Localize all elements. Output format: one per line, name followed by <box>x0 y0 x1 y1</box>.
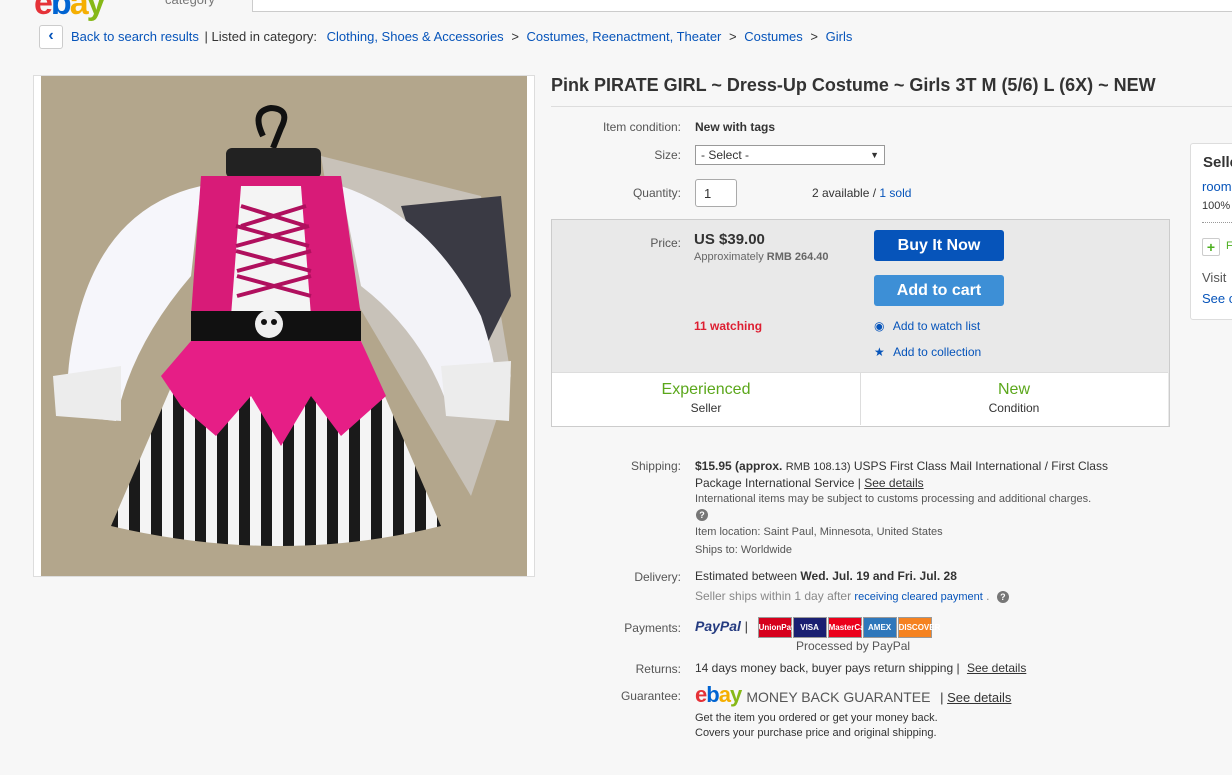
condition-label: Item condition: <box>602 120 681 134</box>
add-to-cart-button[interactable]: Add to cart <box>874 275 1004 306</box>
save-seller-link[interactable]: F <box>1226 240 1232 252</box>
guarantee-line2: Covers your purchase price and original … <box>695 727 937 739</box>
listed-in-label: | Listed in category: <box>204 29 318 44</box>
shipping-details: $15.95 (approx. RMB 108.13) USPS First C… <box>695 459 1108 490</box>
back-to-search-link[interactable]: Back to search results <box>71 29 199 44</box>
back-chevron-icon[interactable]: ‹ <box>39 25 63 49</box>
search-category-select[interactable] <box>1142 0 1232 12</box>
availability: 2 available / 1 sold <box>812 186 912 200</box>
stats-divider <box>860 372 861 425</box>
star-icon: ★ <box>874 345 885 359</box>
unionpay-card-icon: UnionPay <box>757 617 795 638</box>
payment-methods: PayPal | UnionPay VISA MasterCardAMEX DISCO… <box>695 617 940 638</box>
paypal-logo: PayPal <box>695 617 741 634</box>
visa-card-icon: VISA <box>792 617 827 638</box>
delivery-estimate: Estimated between Wed. Jul. 19 and Fri. … <box>695 569 957 583</box>
seller-ships-note: Seller ships within 1 day after receivin… <box>695 589 1009 603</box>
returns-see-details-link[interactable]: See details <box>967 661 1026 675</box>
breadcrumb-item-girls[interactable]: Girls <box>826 29 853 44</box>
seller-heading: Selle <box>1203 154 1232 171</box>
title-divider <box>551 106 1232 107</box>
sold-link[interactable]: 1 sold <box>879 186 911 200</box>
shipping-see-details-link[interactable]: See details <box>864 476 923 490</box>
stat-seller-top: Experienced <box>661 381 751 398</box>
stat-condition-bottom: Condition <box>988 401 1040 415</box>
money-back-guarantee: ebay MONEY BACK GUARANTEE | See details <box>695 682 1012 707</box>
buy-it-now-button[interactable]: Buy It Now <box>874 230 1004 261</box>
seller-divider <box>1202 222 1232 223</box>
breadcrumb-item-costumes[interactable]: Costumes <box>744 29 803 44</box>
ebay-logo[interactable]: ebay <box>34 0 106 20</box>
quantity-input[interactable]: 1 <box>695 179 737 207</box>
add-to-collection-link[interactable]: ★ Add to collection <box>874 345 981 359</box>
seller-info-panel: Selle room 100% + F Visit See c <box>1190 143 1232 320</box>
quantity-label: Quantity: <box>632 186 681 200</box>
visit-store-label: Visit <box>1202 270 1227 285</box>
ebay-small-logo: ebay <box>695 682 742 707</box>
stat-condition-top: New <box>997 381 1030 398</box>
dropdown-arrow-icon: ▼ <box>870 150 879 160</box>
seller-name-link[interactable]: room <box>1202 179 1232 194</box>
plus-icon[interactable]: + <box>1202 238 1220 256</box>
breadcrumb-item-costumes-theater[interactable]: Costumes, Reenactment, Theater <box>527 29 722 44</box>
product-image-frame[interactable] <box>33 75 535 577</box>
help-icon[interactable]: ? <box>696 509 708 521</box>
delivery-label: Delivery: <box>634 570 681 584</box>
size-select[interactable]: - Select - ▼ <box>695 145 885 165</box>
stat-seller-bottom: Seller <box>690 401 722 415</box>
item-location: Item location: Saint Paul, Minnesota, Un… <box>695 526 943 538</box>
help-icon[interactable]: ? <box>996 591 1009 603</box>
add-to-watch-list-link[interactable]: ◉ Add to watch list <box>874 319 980 333</box>
returns-label: Returns: <box>635 662 681 676</box>
size-label: Size: <box>654 148 681 162</box>
breadcrumb-item-clothing[interactable]: Clothing, Shoes & Accessories <box>327 29 504 44</box>
available-count: 2 available <box>812 186 870 200</box>
top-bar: ebay category <box>0 0 1232 20</box>
ships-to: Ships to: Worldwide <box>695 544 793 556</box>
approx-price: Approximately RMB 264.40 <box>694 251 829 263</box>
category-label: category <box>165 0 215 7</box>
guarantee-see-details-link[interactable]: See details <box>947 690 1011 705</box>
discover-card-icon: DISCOVER <box>897 617 940 638</box>
processed-by-paypal: Processed by PayPal <box>796 639 911 653</box>
price-label: Price: <box>650 236 681 250</box>
breadcrumb: Back to search results | Listed in categ… <box>71 29 853 44</box>
returns-policy: 14 days money back, buyer pays return sh… <box>695 661 1027 675</box>
condition-value: New with tags <box>695 120 776 134</box>
eye-icon: ◉ <box>874 319 885 333</box>
see-other-items-link[interactable]: See c <box>1202 291 1232 306</box>
cleared-payment-link[interactable]: receiving cleared payment <box>854 591 982 603</box>
mastercard-icon: MasterCard <box>827 617 873 638</box>
guarantee-line1: Get the item you ordered or get your mon… <box>695 712 938 724</box>
amex-card-icon: AMEX <box>862 617 897 638</box>
guarantee-label: Guarantee: <box>620 689 681 703</box>
search-input[interactable] <box>252 0 1144 12</box>
international-note: International items may be subject to cu… <box>695 493 1092 505</box>
shipping-label: Shipping: <box>630 459 681 473</box>
payments-label: Payments: <box>624 621 681 635</box>
price-value: US $39.00 <box>694 231 765 248</box>
product-image[interactable] <box>41 76 527 576</box>
seller-feedback: 100% <box>1202 200 1231 212</box>
item-title: Pink PIRATE GIRL ~ Dress-Up Costume ~ Gi… <box>551 75 1156 95</box>
watching-count: 11 watching <box>694 319 763 333</box>
